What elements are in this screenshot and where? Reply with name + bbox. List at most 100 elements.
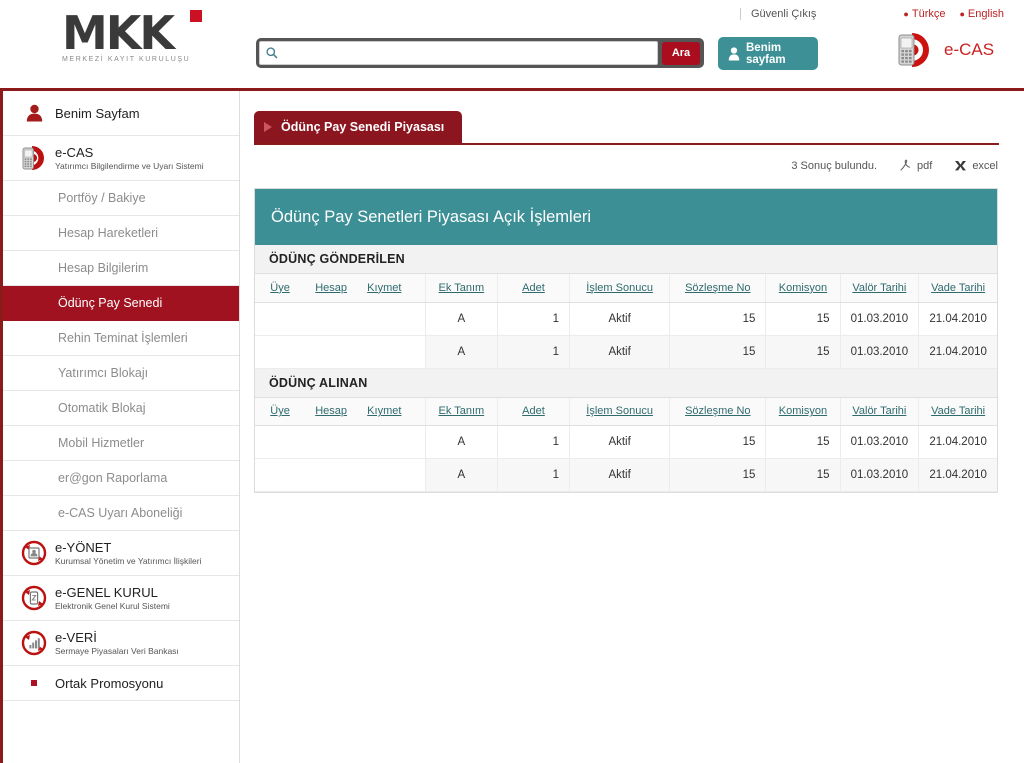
- cell-vade-tarihi: 21.04.2010: [918, 458, 997, 492]
- col-header-islem-sonucu[interactable]: İşlem Sonucu: [569, 274, 670, 303]
- export-excel-button[interactable]: excel: [954, 159, 998, 172]
- search-field-wrapper[interactable]: [259, 41, 658, 65]
- sidebar-item-benim-sayfam[interactable]: Benim Sayfam: [3, 91, 239, 136]
- cell-valor-tarihi: 01.03.2010: [839, 302, 919, 336]
- cell-valor-tarihi: 01.03.2010: [839, 458, 919, 492]
- cell-adet: 1: [496, 458, 570, 492]
- export-pdf-label: pdf: [917, 159, 933, 172]
- cell-hesap: [305, 335, 358, 369]
- cell-vade-tarihi: 21.04.2010: [918, 302, 997, 336]
- col-header-kiymet[interactable]: Kıymet: [357, 274, 426, 303]
- table-row[interactable]: A 1 Aktif 15 15 01.03.2010 21.04.2010: [255, 302, 997, 336]
- ecas-header-logo[interactable]: e-CAS: [896, 30, 994, 70]
- table-header-row: Üye Hesap Kıymet Ek Tanım Adet İşlem Son…: [255, 397, 997, 426]
- bullet-icon: ●: [903, 9, 909, 19]
- my-page-button[interactable]: Benim sayfam: [718, 37, 818, 70]
- table-row[interactable]: A 1 Aktif 15 15 01.03.2010 21.04.2010: [255, 425, 997, 459]
- sidebar-item-ecas[interactable]: e-CAS Yatırımcı Bilgilendirme ve Uyarı S…: [3, 136, 239, 181]
- cell-islem-sonucu: Aktif: [569, 425, 670, 459]
- cell-ek-tanim: A: [424, 458, 498, 492]
- lang-turkish-link[interactable]: ● Türkçe: [903, 8, 945, 20]
- sidebar-item-portfoy-bakiye[interactable]: Portföy / Bakiye: [3, 181, 239, 216]
- cell-kiymet: [357, 335, 426, 369]
- cell-sozlesme-no: 15: [669, 425, 766, 459]
- col-header-hesap[interactable]: Hesap: [305, 397, 358, 426]
- sidebar-item-ortak-promosyonu[interactable]: Ortak Promosyonu: [3, 666, 239, 701]
- sidebar-item-label: Ortak Promosyonu: [55, 675, 164, 691]
- play-arrow-icon: [264, 122, 272, 132]
- cell-komisyon: 15: [765, 425, 841, 459]
- sidebar-item-eyonet[interactable]: e-YÖNET Kurumsal Yönetim ve Yatırımcı İl…: [3, 531, 239, 576]
- cell-kiymet: [357, 302, 426, 336]
- user-icon: [21, 104, 47, 122]
- col-header-vade-tarihi[interactable]: Vade Tarihi: [918, 274, 997, 303]
- col-header-adet[interactable]: Adet: [496, 397, 570, 426]
- search-icon: [266, 47, 278, 59]
- tab-odunc-pay-senedi-piyasasi[interactable]: Ödünç Pay Senedi Piyasası: [254, 111, 463, 143]
- cell-uye: [255, 335, 306, 369]
- sidebar-nav: Benim Sayfam e-CAS Yatırımcı Bilgilendir…: [0, 91, 240, 763]
- sidebar-item-yatirimci-blokaji[interactable]: Yatırımcı Blokajı: [3, 356, 239, 391]
- sidebar-item-otomatik-blokaj[interactable]: Otomatik Blokaj: [3, 391, 239, 426]
- col-header-uye[interactable]: Üye: [255, 274, 306, 303]
- cell-adet: 1: [496, 335, 570, 369]
- mkk-logo[interactable]: MKK MERKEZİ KAYIT KURULUŞU: [62, 6, 202, 70]
- col-header-sozlesme-no[interactable]: Sözleşme No: [669, 274, 766, 303]
- sidebar-item-egenel-kurul[interactable]: e-GENEL KURUL Elektronik Genel Kurul Sis…: [3, 576, 239, 621]
- eyonet-icon: [21, 540, 47, 566]
- cell-sozlesme-no: 15: [669, 302, 766, 336]
- cell-komisyon: 15: [765, 302, 841, 336]
- lang-english-label: English: [967, 8, 1004, 20]
- cell-sozlesme-no: 15: [669, 458, 766, 492]
- sidebar-item-hesap-bilgilerim[interactable]: Hesap Bilgilerim: [3, 251, 239, 286]
- section-title-odunc-alinan: ÖDÜNÇ ALINAN: [255, 368, 997, 398]
- cell-vade-tarihi: 21.04.2010: [918, 425, 997, 459]
- lang-english-link[interactable]: ● English: [959, 8, 1004, 20]
- sidebar-item-ergon-raporlama[interactable]: er@gon Raporlama: [3, 461, 239, 496]
- cell-komisyon: 15: [765, 458, 841, 492]
- search-input[interactable]: [279, 43, 657, 63]
- sidebar-item-everi[interactable]: e-VERİ Sermaye Piyasaları Veri Bankası: [3, 621, 239, 666]
- sidebar-item-sublabel: Yatırımcı Bilgilendirme ve Uyarı Sistemi: [55, 161, 204, 171]
- sidebar-item-label: Benim Sayfam: [55, 105, 140, 121]
- col-header-valor-tarihi[interactable]: Valör Tarihi: [839, 397, 919, 426]
- col-header-valor-tarihi[interactable]: Valör Tarihi: [839, 274, 919, 303]
- col-header-komisyon[interactable]: Komisyon: [765, 274, 841, 303]
- bullet-icon: ●: [959, 9, 965, 19]
- search-bar: Ara: [256, 38, 704, 68]
- sidebar-item-mobil-hizmetler[interactable]: Mobil Hizmetler: [3, 426, 239, 461]
- col-header-komisyon[interactable]: Komisyon: [765, 397, 841, 426]
- col-header-islem-sonucu[interactable]: İşlem Sonucu: [569, 397, 670, 426]
- export-pdf-button[interactable]: pdf: [899, 159, 932, 172]
- search-submit-button[interactable]: Ara: [662, 41, 700, 65]
- col-header-vade-tarihi[interactable]: Vade Tarihi: [918, 397, 997, 426]
- sidebar-item-ecas-uyari-aboneligi[interactable]: e-CAS Uyarı Aboneliği: [3, 496, 239, 531]
- lang-turkish-label: Türkçe: [911, 8, 946, 20]
- col-header-sozlesme-no[interactable]: Sözleşme No: [669, 397, 766, 426]
- col-header-ek-tanim[interactable]: Ek Tanım: [424, 397, 498, 426]
- col-header-ek-tanim[interactable]: Ek Tanım: [424, 274, 498, 303]
- secure-logout-link[interactable]: Güvenli Çıkış: [740, 8, 816, 20]
- pdf-icon: [900, 159, 910, 171]
- result-meta-bar: 3 Sonuç bulundu. pdf excel: [240, 159, 998, 172]
- sidebar-item-hesap-hareketleri[interactable]: Hesap Hareketleri: [3, 216, 239, 251]
- cell-islem-sonucu: Aktif: [569, 458, 670, 492]
- col-header-hesap[interactable]: Hesap: [305, 274, 358, 303]
- cell-valor-tarihi: 01.03.2010: [839, 425, 919, 459]
- col-header-adet[interactable]: Adet: [496, 274, 570, 303]
- table-row[interactable]: A 1 Aktif 15 15 01.03.2010 21.04.2010: [255, 458, 997, 492]
- sidebar-item-rehin-teminat-islemleri[interactable]: Rehin Teminat İşlemleri: [3, 321, 239, 356]
- cell-islem-sonucu: Aktif: [569, 335, 670, 369]
- ecas-phone-icon: [898, 33, 929, 67]
- cell-uye: [255, 302, 306, 336]
- sidebar-item-odunc-pay-senedi[interactable]: Ödünç Pay Senedi: [3, 286, 239, 321]
- cell-hesap: [305, 302, 358, 336]
- my-page-button-label: Benim sayfam: [746, 41, 786, 66]
- egenelkurul-icon: [21, 585, 47, 611]
- mkk-logo-text: MKK: [62, 6, 175, 60]
- table-row[interactable]: A 1 Aktif 15 15 01.03.2010 21.04.2010: [255, 335, 997, 369]
- col-header-kiymet[interactable]: Kıymet: [357, 397, 426, 426]
- col-header-uye[interactable]: Üye: [255, 397, 306, 426]
- cell-uye: [255, 458, 306, 492]
- cell-hesap: [305, 425, 358, 459]
